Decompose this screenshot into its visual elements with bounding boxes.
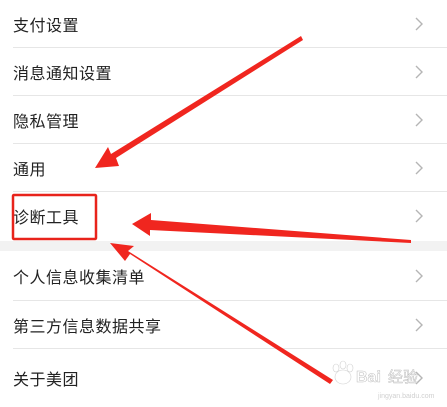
chevron-right-icon	[415, 209, 423, 223]
row-privacy-management[interactable]: 隐私管理	[0, 96, 447, 144]
baidu-jingyan-watermark-logo: Bai 经验 jingyan.baidu.com	[332, 360, 435, 400]
row-general[interactable]: 通用	[0, 144, 447, 192]
row-label: 支付设置	[13, 16, 80, 35]
svg-text:jingyan.baidu.com: jingyan.baidu.com	[377, 393, 435, 400]
svg-text:Bai: Bai	[356, 369, 381, 386]
row-label: 诊断工具	[13, 208, 80, 227]
svg-text:经验: 经验	[388, 368, 418, 386]
row-personal-info-list[interactable]: 个人信息收集清单	[0, 251, 447, 301]
chevron-right-icon	[415, 113, 423, 127]
chevron-right-icon	[415, 318, 423, 332]
chevron-right-icon	[415, 161, 423, 175]
row-label: 个人信息收集清单	[13, 268, 146, 287]
row-label: 消息通知设置	[13, 64, 113, 83]
chevron-right-icon	[415, 269, 423, 283]
row-label: 通用	[13, 160, 47, 179]
settings-screen: 支付设置 消息通知设置 隐私管理 通用 诊断工具 个人信息收集清单 第三方信息数…	[0, 0, 447, 407]
row-label: 第三方信息数据共享	[13, 317, 162, 336]
row-label: 关于美团	[13, 370, 80, 389]
row-third-party-data-sharing[interactable]: 第三方信息数据共享	[0, 301, 447, 349]
row-notification-settings[interactable]: 消息通知设置	[0, 48, 447, 96]
row-payment-settings[interactable]: 支付设置	[0, 0, 447, 48]
row-label: 隐私管理	[13, 112, 80, 131]
row-diagnostic-tools[interactable]: 诊断工具	[0, 192, 447, 240]
settings-group-primary: 支付设置 消息通知设置 隐私管理 通用 诊断工具	[0, 0, 447, 241]
chevron-right-icon	[415, 65, 423, 79]
chevron-right-icon	[415, 17, 423, 31]
